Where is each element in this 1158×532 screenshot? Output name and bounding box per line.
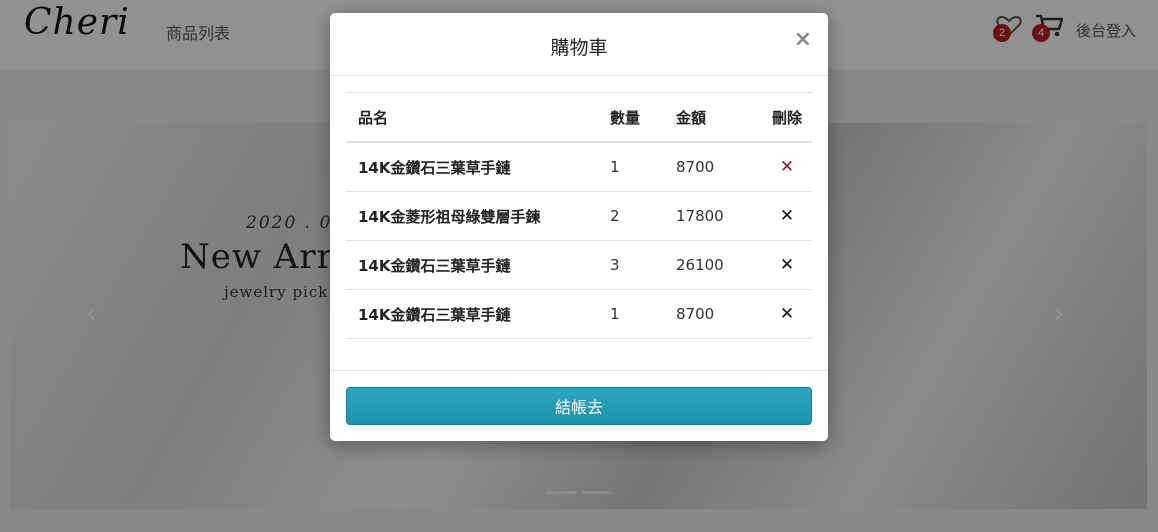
item-name: 14K金鑽石三葉草手鏈: [346, 240, 610, 290]
delete-cell: ✕: [762, 191, 812, 241]
delete-cell: ✕: [762, 289, 812, 339]
item-qty: 1: [610, 142, 676, 192]
delete-icon[interactable]: ✕: [780, 157, 794, 177]
table-row: 14K金菱形祖母綠雙層手鍊 2 17800 ✕: [346, 191, 812, 241]
cart-table: 品名 數量 金額 刪除 14K金鑽石三葉草手鏈 1 8700 ✕ 14K金菱形祖…: [346, 92, 812, 339]
table-row: 14K金鑽石三葉草手鏈 3 26100 ✕: [346, 240, 812, 290]
delete-cell: ✕: [762, 142, 812, 192]
item-amount: 26100: [676, 240, 762, 290]
table-header-row: 品名 數量 金額 刪除: [346, 92, 812, 143]
item-amount: 8700: [676, 142, 762, 192]
table-row: 14K金鑽石三葉草手鏈 1 8700 ✕: [346, 289, 812, 339]
item-qty: 3: [610, 240, 676, 290]
item-name: 14K金鑽石三葉草手鏈: [346, 289, 610, 339]
checkout-button[interactable]: 結帳去: [346, 387, 812, 425]
item-name: 14K金菱形祖母綠雙層手鍊: [346, 191, 610, 241]
delete-icon[interactable]: ✕: [780, 304, 794, 324]
modal-header: 購物車 ×: [330, 13, 828, 76]
modal-body: 品名 數量 金額 刪除 14K金鑽石三葉草手鏈 1 8700 ✕ 14K金菱形祖…: [346, 92, 812, 339]
modal-footer: 結帳去: [330, 370, 828, 442]
delete-cell: ✕: [762, 240, 812, 290]
item-qty: 1: [610, 289, 676, 339]
modal-title: 購物車: [550, 37, 608, 59]
delete-icon[interactable]: ✕: [780, 206, 794, 226]
item-qty: 2: [610, 191, 676, 241]
delete-icon[interactable]: ✕: [780, 255, 794, 275]
close-icon[interactable]: ×: [794, 27, 812, 52]
cart-modal: 購物車 × 品名 數量 金額 刪除 14K金鑽石三葉草手鏈 1 8700 ✕ 1…: [330, 13, 828, 441]
column-header-delete: 刪除: [762, 92, 812, 143]
column-header-amount: 金額: [676, 92, 762, 143]
table-row: 14K金鑽石三葉草手鏈 1 8700 ✕: [346, 142, 812, 192]
column-header-qty: 數量: [610, 92, 676, 143]
item-name: 14K金鑽石三葉草手鏈: [346, 142, 610, 192]
column-header-name: 品名: [346, 92, 610, 143]
item-amount: 8700: [676, 289, 762, 339]
item-amount: 17800: [676, 191, 762, 241]
